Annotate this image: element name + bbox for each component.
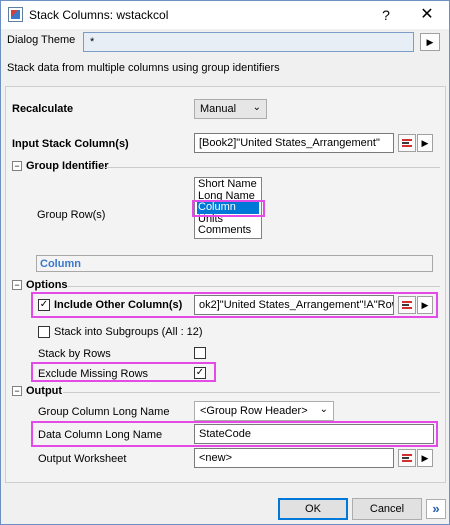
group-rows-label: Group Row(s) — [37, 209, 106, 221]
output-heading: Output — [26, 385, 63, 397]
theme-arrow-button[interactable]: ▶ — [420, 33, 440, 51]
play-arrow-icon: ▶ — [421, 138, 429, 148]
group-col-long-name-label: Group Column Long Name — [38, 406, 170, 418]
chevron-down-icon: ⌄ — [252, 102, 261, 113]
highlight-data-col-long-name — [31, 421, 438, 447]
expand-dialog-button[interactable]: » — [426, 499, 446, 519]
section-divider — [63, 392, 440, 393]
ok-button[interactable]: OK — [278, 498, 348, 520]
highlight-exclude-missing — [31, 362, 216, 382]
input-stack-arrow-button[interactable]: ▶ — [417, 134, 433, 152]
output-collapse-toggle[interactable]: − — [12, 386, 22, 396]
dialog-description: Stack data from multiple columns using g… — [7, 62, 280, 74]
stack-by-rows-label: Stack by Rows — [38, 348, 111, 360]
stack-subgroups-checkbox[interactable] — [38, 326, 50, 338]
column-select-icon — [402, 139, 412, 147]
play-arrow-icon: ▶ — [421, 453, 429, 463]
stack-subgroups-label: Stack into Subgroups (All : 12) — [54, 326, 203, 338]
dialog-theme-field[interactable]: * — [83, 32, 414, 52]
stack-by-rows-checkbox[interactable] — [194, 347, 206, 359]
group-identifier-collapse-toggle[interactable]: − — [12, 161, 22, 171]
output-worksheet-field[interactable]: <new> — [194, 448, 394, 468]
column-select-icon — [402, 454, 412, 462]
recalculate-dropdown[interactable]: Manual ⌄ — [194, 99, 267, 119]
recalculate-label: Recalculate — [12, 103, 74, 115]
play-arrow-icon: ▶ — [426, 37, 434, 47]
chevron-down-icon: ⌄ — [319, 404, 328, 415]
group-identifier-heading: Group Identifier — [26, 160, 109, 172]
section-divider — [103, 167, 440, 168]
options-heading: Options — [26, 279, 68, 291]
column-browser-button[interactable] — [398, 134, 416, 152]
section-divider — [67, 286, 440, 287]
recalculate-value: Manual — [200, 103, 237, 115]
help-button[interactable]: ? — [376, 5, 396, 25]
options-collapse-toggle[interactable]: − — [12, 280, 22, 290]
title-bar: Stack Columns: wstackcol ? ✕ — [1, 1, 449, 29]
close-button[interactable]: ✕ — [415, 5, 439, 25]
group-col-long-name-value: <Group Row Header> — [200, 405, 308, 417]
output-worksheet-label: Output Worksheet — [38, 453, 127, 465]
output-worksheet-arrow-button[interactable]: ▶ — [417, 449, 433, 467]
group-identifier-display: Column — [36, 255, 433, 272]
highlight-column-option — [192, 200, 265, 217]
dialog-theme-label: Dialog Theme — [7, 34, 76, 46]
app-icon — [8, 7, 23, 22]
group-col-long-name-dropdown[interactable]: <Group Row Header> ⌄ — [194, 401, 334, 421]
input-stack-field[interactable]: [Book2]"United States_Arrangement" — [194, 133, 394, 153]
cancel-button[interactable]: Cancel — [352, 498, 422, 520]
listbox-item-comments[interactable]: Comments — [197, 224, 259, 237]
listbox-item-short-name[interactable]: Short Name — [197, 178, 259, 191]
worksheet-browser-button[interactable] — [398, 449, 416, 467]
dialog-window: Stack Columns: wstackcol ? ✕ Dialog Them… — [0, 0, 450, 525]
input-stack-label: Input Stack Column(s) — [12, 138, 129, 150]
highlight-include-other — [31, 292, 438, 318]
window-title: Stack Columns: wstackcol — [29, 8, 169, 22]
